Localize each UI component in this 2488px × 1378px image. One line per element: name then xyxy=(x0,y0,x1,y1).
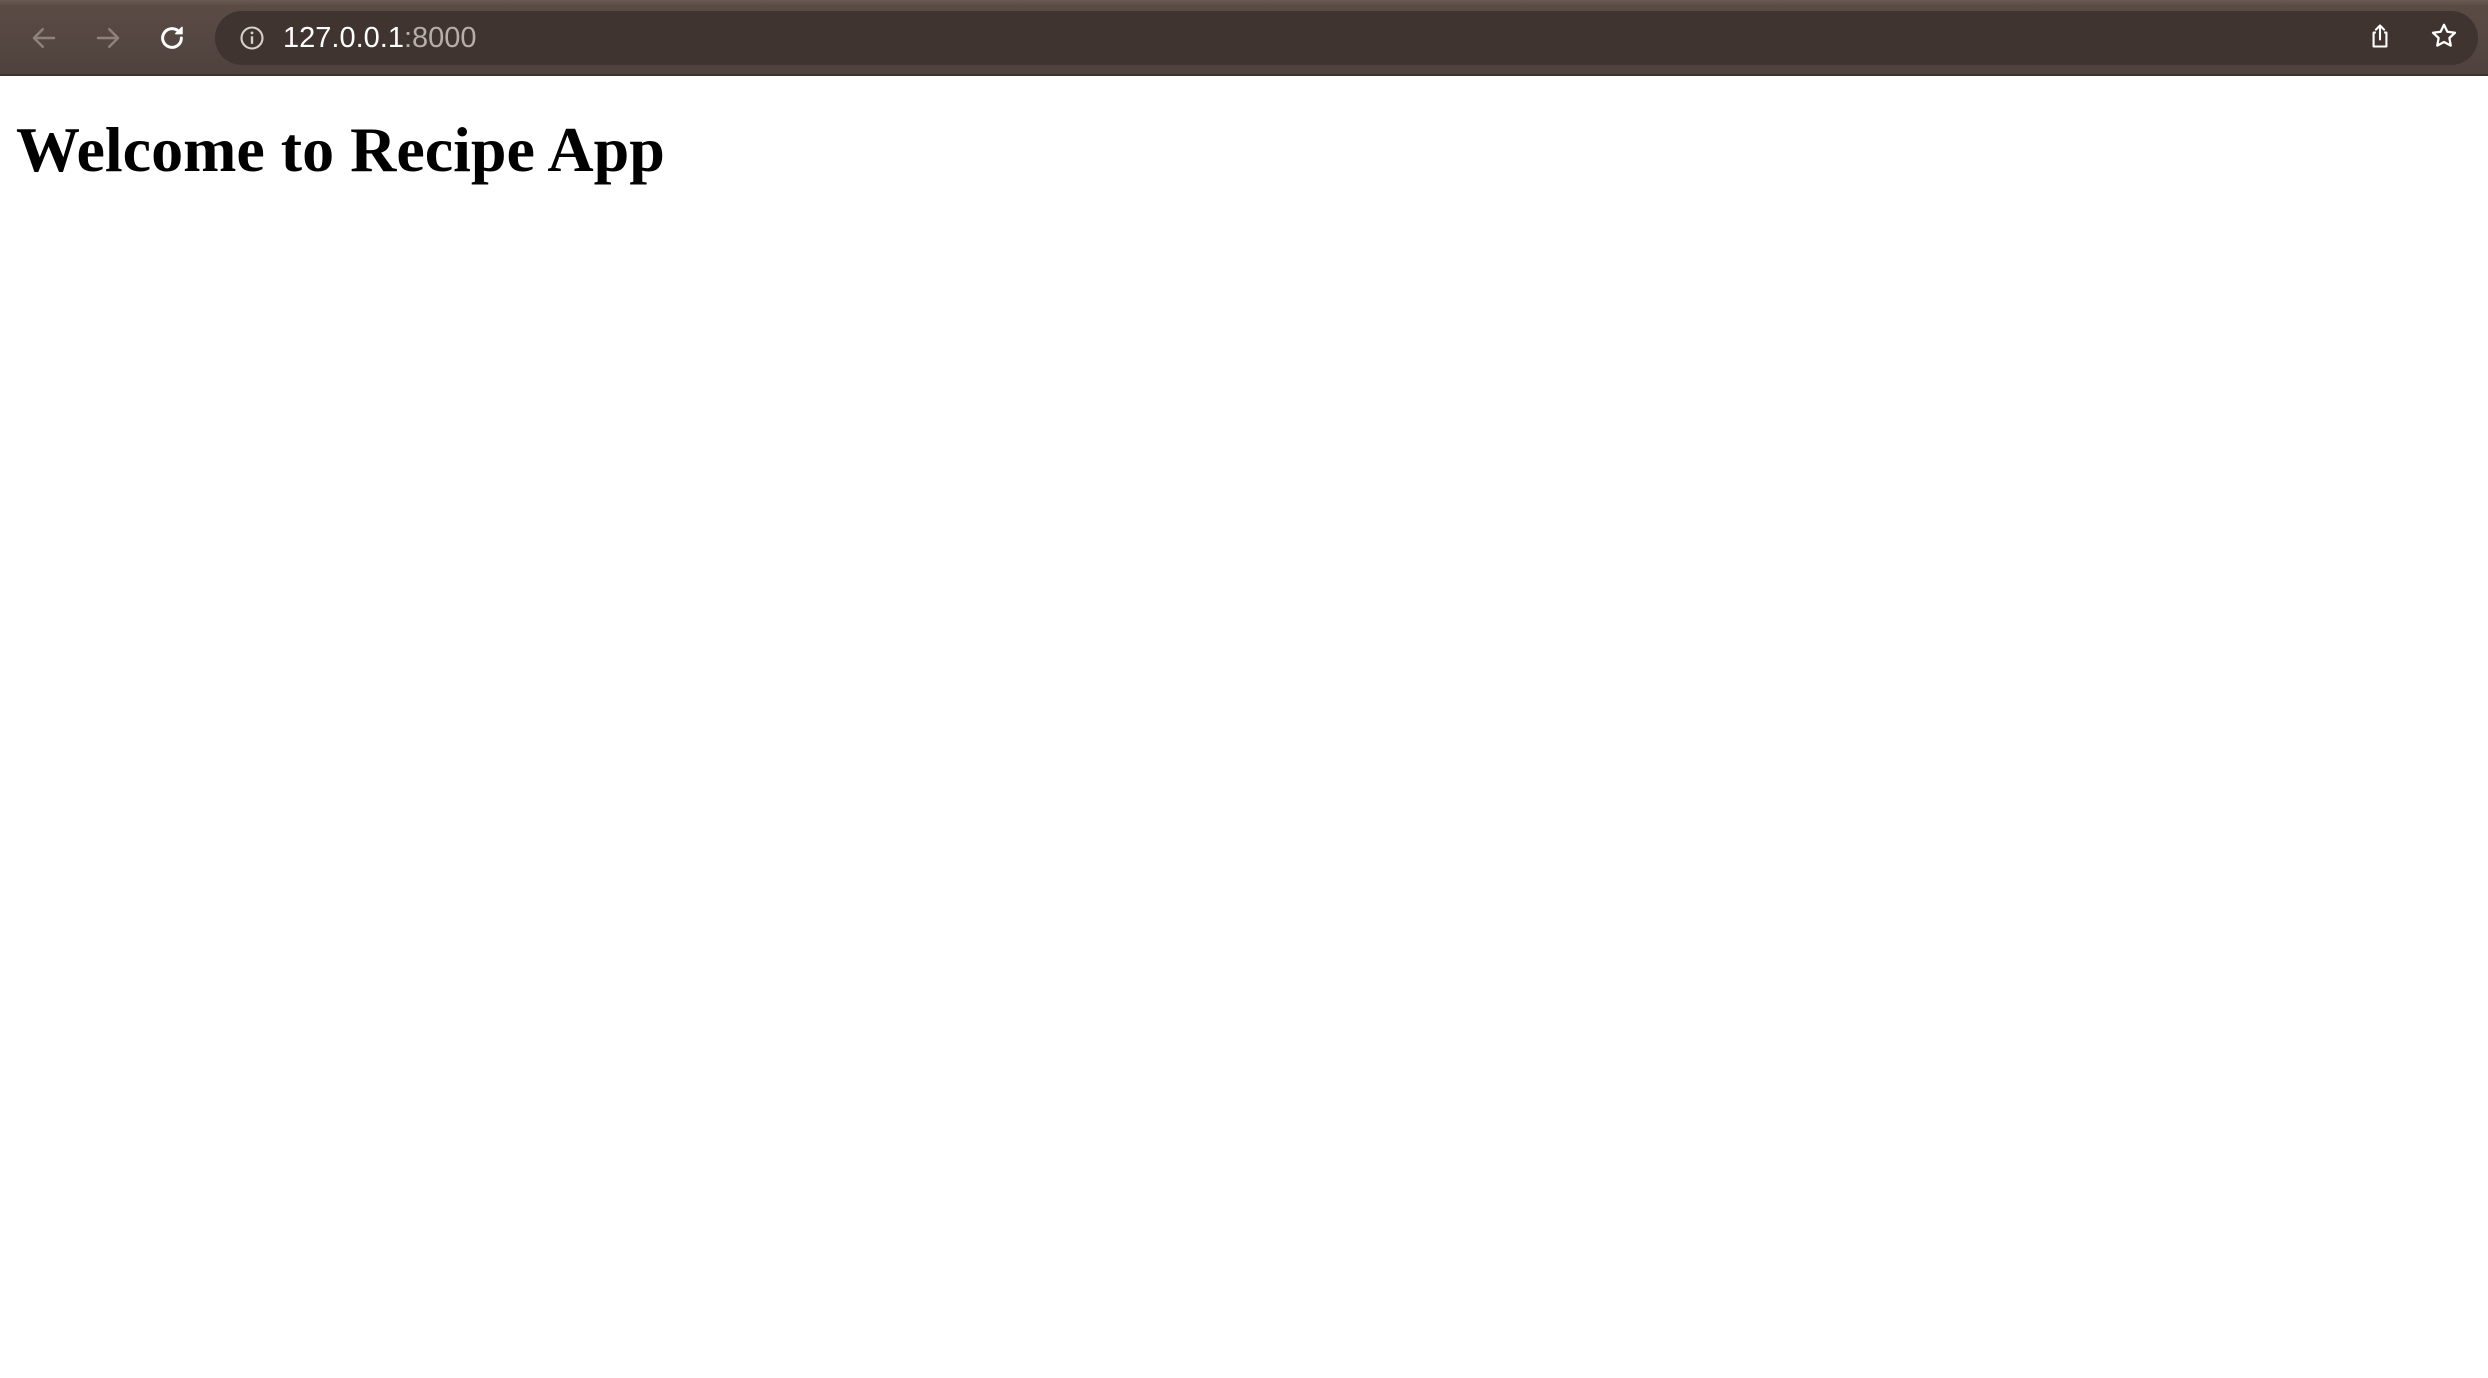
reload-button[interactable] xyxy=(148,14,196,62)
bookmark-button[interactable] xyxy=(2424,18,2464,58)
page-title: Welcome to Recipe App xyxy=(16,114,665,185)
forward-button[interactable] xyxy=(84,14,132,62)
star-icon xyxy=(2429,21,2459,56)
address-bar[interactable]: 127.0.0.1:8000 xyxy=(215,11,2478,65)
page-content: Welcome to Recipe App xyxy=(0,76,2488,1378)
arrow-right-icon xyxy=(93,23,123,53)
url-port: :8000 xyxy=(403,22,477,54)
url-text[interactable]: 127.0.0.1:8000 xyxy=(283,11,477,65)
url-host: 127.0.0.1 xyxy=(283,22,404,54)
info-icon[interactable] xyxy=(237,23,267,53)
arrow-left-icon xyxy=(29,23,59,53)
share-button[interactable] xyxy=(2360,18,2400,58)
share-icon xyxy=(2366,22,2394,55)
browser-toolbar: 127.0.0.1:8000 xyxy=(0,0,2488,76)
back-button[interactable] xyxy=(20,14,68,62)
reload-icon xyxy=(157,23,187,53)
